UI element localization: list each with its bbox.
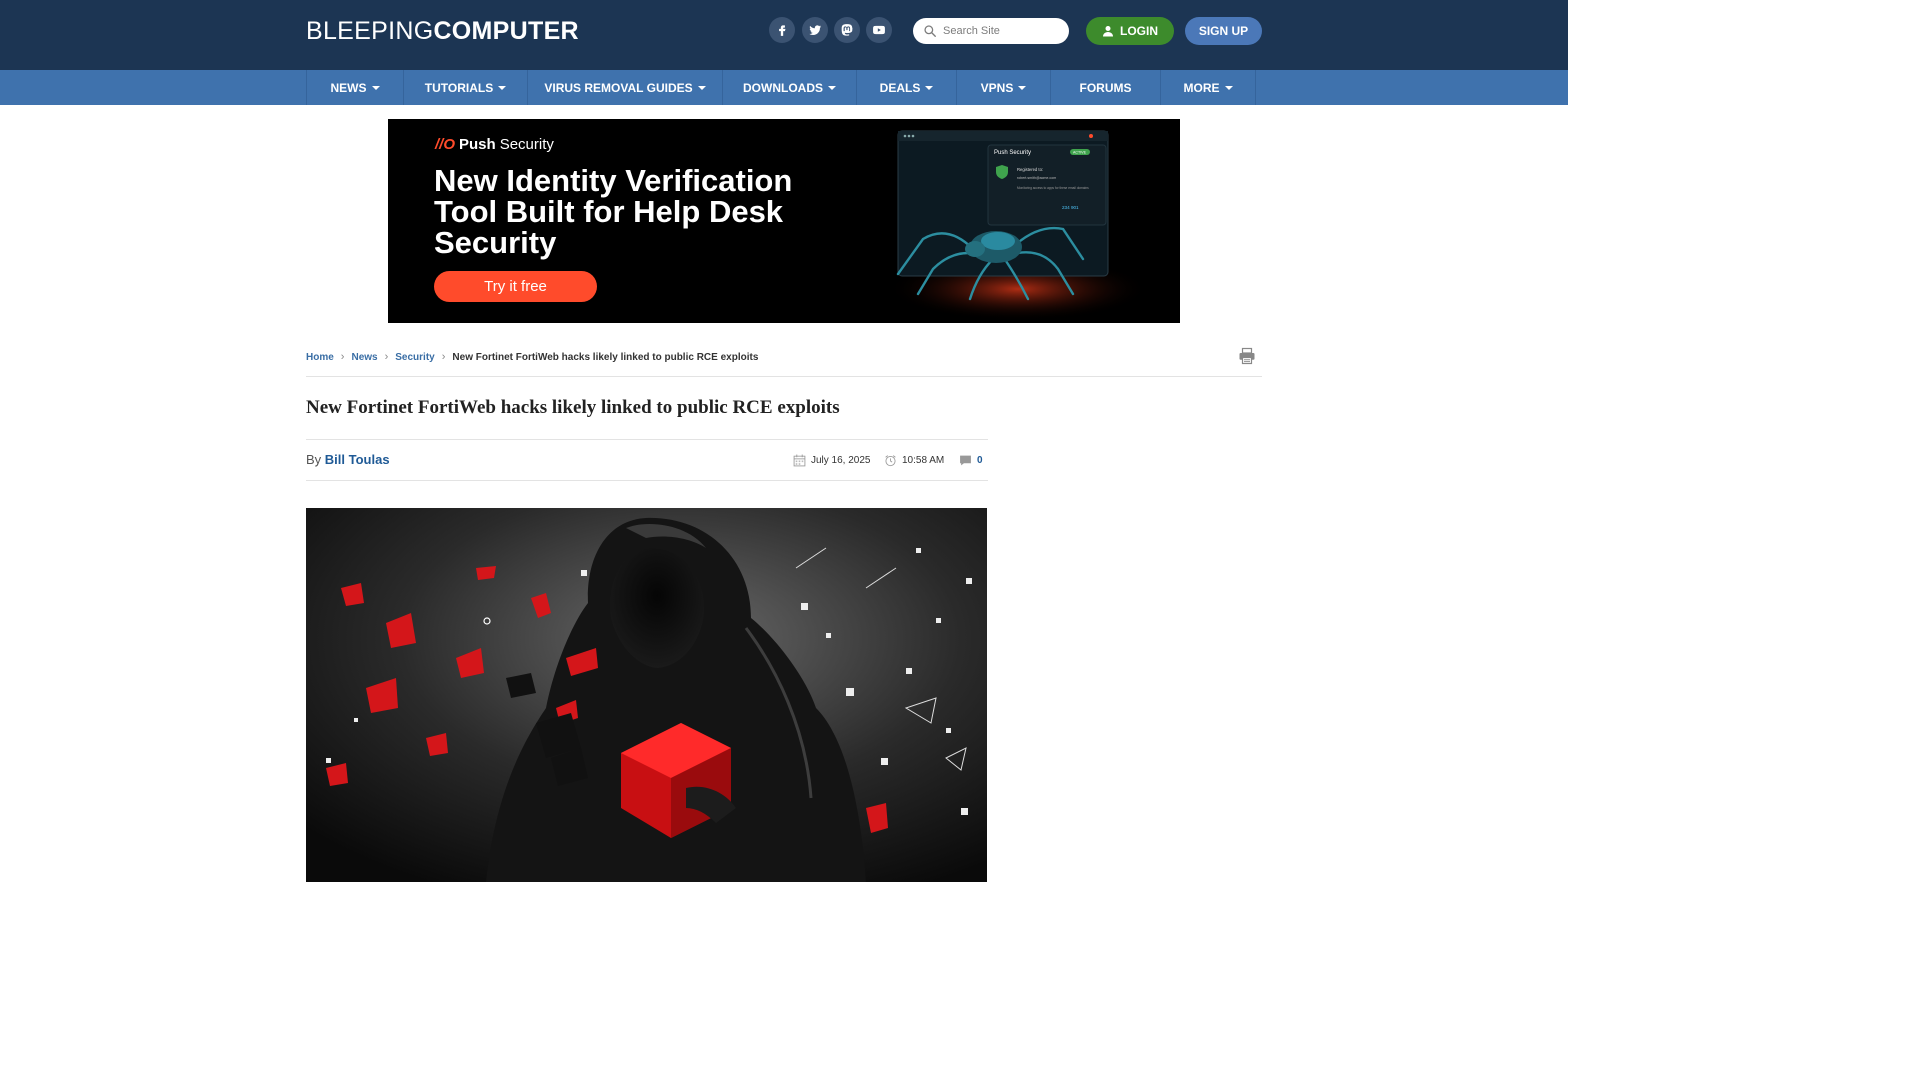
user-icon — [1103, 26, 1113, 37]
comments-count[interactable]: 0 — [977, 455, 983, 466]
mastodon-icon[interactable] — [834, 17, 860, 43]
divider — [306, 439, 988, 440]
article-date: July 16, 2025 — [793, 452, 871, 468]
youtube-icon[interactable] — [866, 17, 892, 43]
article-title: New Fortinet FortiWeb hacks likely linke… — [306, 397, 840, 418]
caret-down-icon — [697, 85, 706, 90]
search-icon — [924, 25, 936, 37]
nav-divider — [1255, 70, 1256, 105]
nav-news-label: NEWS — [330, 80, 367, 95]
nav-forums-label: FORUMS — [1079, 80, 1132, 95]
ad-headline: New Identity Verification Tool Built for… — [434, 163, 793, 260]
signup-button[interactable]: SIGN UP — [1185, 17, 1262, 45]
ad-panel-monitoring: Monitoring access to apps for these emai… — [1017, 186, 1089, 190]
breadcrumb-security[interactable]: Security — [395, 352, 434, 363]
nav-vpns[interactable]: VPNS — [956, 70, 1050, 105]
author-link[interactable]: Bill Toulas — [325, 452, 390, 467]
article-hero-image — [306, 508, 987, 882]
caret-down-icon — [828, 85, 836, 90]
nav-forums[interactable]: FORUMS — [1050, 70, 1160, 105]
time-text: 10:58 AM — [902, 454, 945, 466]
ad-panel-registered-label: Registered to: — [1017, 167, 1043, 172]
logo-part2: COMPUTER — [433, 17, 579, 45]
nav-more[interactable]: MORE — [1160, 70, 1255, 105]
search-input[interactable] — [943, 25, 1063, 37]
logo-part1: BLEEPING — [306, 17, 434, 45]
comment-icon — [960, 455, 971, 465]
spider-illustration: Push Security ACTIVE Registered to: robe… — [888, 130, 1148, 319]
nav-deals[interactable]: DEALS — [856, 70, 956, 105]
ad-banner[interactable]: //O Push Security New Identity Verificat… — [388, 119, 1180, 323]
caret-down-icon — [1018, 85, 1027, 90]
nav-downloads-label: DOWNLOADS — [743, 80, 823, 95]
date-text: July 16, 2025 — [811, 454, 871, 466]
chevron-right-icon: › — [340, 351, 345, 363]
search-box[interactable] — [913, 18, 1069, 44]
nav-virus-removal-guides[interactable]: VIRUS REMOVAL GUIDES — [527, 70, 722, 105]
calendar-icon — [793, 454, 806, 466]
ad-brand-mark: //O — [435, 136, 456, 153]
chevron-right-icon: › — [441, 351, 446, 363]
nav-tutorials[interactable]: TUTORIALS — [403, 70, 527, 105]
ad-panel-email: robert.smith@acme.com — [1017, 176, 1056, 180]
caret-down-icon — [371, 85, 380, 90]
nav-vpns-label: VPNS — [980, 80, 1014, 95]
print-icon[interactable] — [1238, 347, 1256, 365]
breadcrumb-news[interactable]: News — [351, 352, 377, 363]
by-label: By — [306, 452, 322, 467]
article-time: 10:58 AM — [884, 452, 944, 468]
nav-tutorials-label: TUTORIALS — [424, 80, 494, 95]
ad-panel-badge: ACTIVE — [1073, 151, 1087, 155]
divider — [306, 480, 988, 481]
article-byline: By Bill Toulas — [306, 452, 390, 467]
caret-down-icon — [925, 85, 934, 90]
ad-panel-count: 234 901 — [1062, 205, 1079, 210]
article-comments[interactable]: 0 — [959, 452, 983, 468]
divider — [306, 376, 1262, 377]
signup-label: SIGN UP — [1198, 24, 1249, 38]
breadcrumb: Home › News › Security › New Fortinet Fo… — [306, 350, 758, 364]
ad-cta-button[interactable]: Try it free — [434, 271, 597, 302]
clock-icon — [885, 454, 896, 466]
ad-brand-bold: Push — [459, 136, 496, 153]
login-label: LOGIN — [1120, 24, 1158, 38]
site-logo[interactable]: BLEEPINGCOMPUTER — [306, 17, 579, 45]
login-button[interactable]: LOGIN — [1086, 17, 1174, 45]
nav-deals-label: DEALS — [879, 80, 921, 95]
twitter-icon[interactable] — [802, 17, 828, 43]
nav-news[interactable]: NEWS — [306, 70, 403, 105]
nav-virus-removal-guides-label: VIRUS REMOVAL GUIDES — [544, 80, 693, 95]
breadcrumb-current: New Fortinet FortiWeb hacks likely linke… — [452, 351, 759, 363]
caret-down-icon — [498, 85, 507, 90]
breadcrumb-home[interactable]: Home — [306, 352, 334, 363]
chevron-right-icon: › — [384, 351, 389, 363]
nav-more-label: MORE — [1183, 80, 1220, 95]
ad-brand-logo: //O Push Security — [435, 136, 554, 153]
nav-downloads[interactable]: DOWNLOADS — [722, 70, 856, 105]
facebook-icon[interactable] — [769, 17, 795, 43]
ad-brand-rest: Security — [499, 136, 554, 153]
ad-panel-brand: Push Security — [994, 150, 1031, 156]
caret-down-icon — [1224, 85, 1233, 90]
